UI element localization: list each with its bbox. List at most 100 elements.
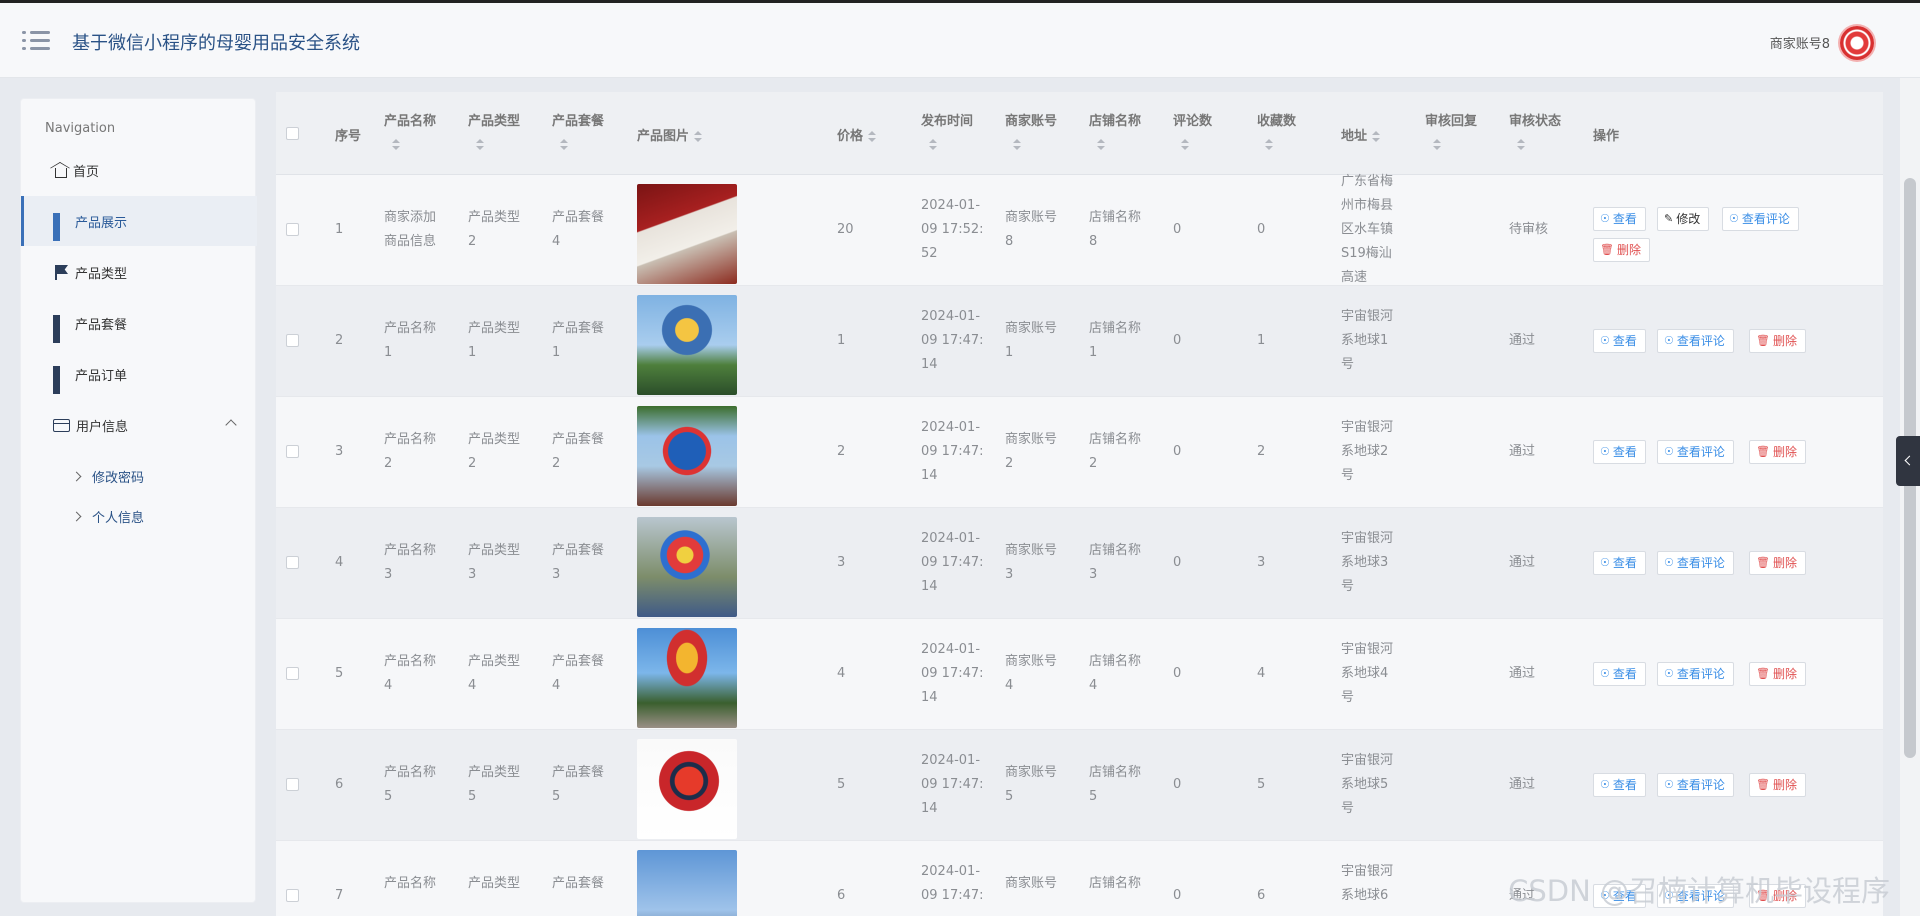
header-address[interactable]: 地址 <box>1341 125 1380 144</box>
sidebar-item-user-info[interactable]: 用户信息 <box>21 400 257 450</box>
view-button[interactable]: ☉ 查看 <box>1593 207 1646 231</box>
row-checkbox[interactable] <box>286 334 299 347</box>
delete-button[interactable]: 🗑 删除 <box>1749 773 1806 797</box>
product-image[interactable] <box>637 517 737 617</box>
cell-shop: 店铺名称 3 <box>1089 543 1142 582</box>
sidebar-item-product-display[interactable]: 产品展示 <box>21 196 257 246</box>
row-checkbox[interactable] <box>286 889 299 902</box>
eye-icon: ☉ <box>1664 334 1674 347</box>
eye-icon: ☉ <box>1664 667 1674 680</box>
cell-status: 通过 <box>1509 444 1536 459</box>
header-type[interactable]: 产品类型 <box>468 110 520 151</box>
row-checkbox[interactable] <box>286 667 299 680</box>
header-reply[interactable]: 审核回复 <box>1425 110 1477 151</box>
cell-type: 产品类型 2 <box>468 210 521 249</box>
delete-button[interactable]: 🗑 删除 <box>1749 662 1806 686</box>
edit-icon: ✎ <box>1664 212 1674 225</box>
view-comments-button[interactable]: ☉ 查看评论 <box>1657 440 1734 464</box>
delete-button[interactable]: 🗑 删除 <box>1593 238 1650 262</box>
sort-icon[interactable] <box>560 139 568 151</box>
edit-button[interactable]: ✎ 修改 <box>1657 207 1710 231</box>
header-favorites[interactable]: 收藏数 <box>1257 110 1296 151</box>
avatar[interactable] <box>1840 26 1874 60</box>
sort-icon[interactable] <box>929 139 937 151</box>
sort-icon[interactable] <box>1371 130 1380 143</box>
sort-icon[interactable] <box>1097 139 1105 151</box>
delete-button[interactable]: 🗑 删除 <box>1749 440 1806 464</box>
view-button[interactable]: ☉ 查看 <box>1593 329 1646 353</box>
header-shop[interactable]: 店铺名称 <box>1089 110 1141 151</box>
header-image[interactable]: 产品图片 <box>637 125 702 144</box>
sidebar-item-home[interactable]: 首页 <box>21 145 257 195</box>
view-comments-button[interactable]: ☉ 查看评论 <box>1657 551 1734 575</box>
trash-icon: 🗑 <box>1756 334 1770 347</box>
sort-icon[interactable] <box>476 139 484 151</box>
header-merchant[interactable]: 商家账号 <box>1005 110 1057 151</box>
sidebar-item-label: 产品展示 <box>75 215 128 231</box>
row-checkbox[interactable] <box>286 445 299 458</box>
cell-favorites: 2 <box>1257 444 1266 459</box>
header-price[interactable]: 价格 <box>837 125 876 144</box>
delete-button[interactable]: 🗑 删除 <box>1749 551 1806 575</box>
eye-icon: ☉ <box>1600 667 1610 680</box>
sort-icon[interactable] <box>1013 139 1021 151</box>
cell-comments: 0 <box>1173 333 1182 348</box>
grid-icon <box>53 366 69 394</box>
sort-icon[interactable] <box>392 139 400 151</box>
view-button[interactable]: ☉ 查看 <box>1593 440 1646 464</box>
product-image[interactable] <box>637 850 737 916</box>
account-name[interactable]: 商家账号8 <box>1770 33 1830 52</box>
row-checkbox[interactable] <box>286 556 299 569</box>
sort-icon[interactable] <box>1265 139 1273 151</box>
header-comments[interactable]: 评论数 <box>1173 110 1212 151</box>
view-button[interactable]: ☉ 查看 <box>1593 662 1646 686</box>
sidebar-item-product-type[interactable]: 产品类型 <box>21 247 257 297</box>
view-button[interactable]: ☉ 查看 <box>1593 773 1646 797</box>
cell-index: 2 <box>335 333 344 348</box>
view-button[interactable]: ☉ 查看 <box>1593 551 1646 575</box>
cell-shop: 店铺名称 1 <box>1089 321 1142 360</box>
product-image[interactable] <box>637 406 737 506</box>
view-comments-button[interactable]: ☉ 查看评论 <box>1657 773 1734 797</box>
header-time[interactable]: 发布时间 <box>921 110 973 151</box>
sidebar-item-product-package[interactable]: 产品套餐 <box>21 298 257 348</box>
product-image[interactable] <box>637 184 737 284</box>
product-image[interactable] <box>637 628 737 728</box>
header-name[interactable]: 产品名称 <box>384 110 436 151</box>
cell-index: 4 <box>335 555 344 570</box>
view-comments-button[interactable]: ☉ 查看评论 <box>1657 662 1734 686</box>
cell-time: 2024-01- 09 17:47: <box>921 864 984 903</box>
sidebar-subitem-personal-info[interactable]: 个人信息 <box>21 496 257 536</box>
sidebar-item-label: 产品套餐 <box>75 317 128 333</box>
sort-icon[interactable] <box>867 130 876 143</box>
collapse-tab[interactable] <box>1896 436 1920 486</box>
app-title: 基于微信小程序的母婴用品安全系统 <box>72 33 360 54</box>
delete-button[interactable]: 🗑 删除 <box>1749 329 1806 353</box>
cell-merchant: 商家账号 <box>1005 876 1058 891</box>
card-icon <box>53 418 70 432</box>
header-package[interactable]: 产品套餐 <box>552 110 604 151</box>
sort-icon[interactable] <box>1181 139 1189 151</box>
product-image[interactable] <box>637 739 737 839</box>
cell-index: 1 <box>335 222 344 237</box>
row-checkbox[interactable] <box>286 778 299 791</box>
sidebar-subitem-change-password[interactable]: 修改密码 <box>21 456 257 496</box>
header-status[interactable]: 审核状态 <box>1509 110 1561 151</box>
cell-name: 产品名称 4 <box>384 654 437 693</box>
sort-icon[interactable] <box>1517 139 1525 151</box>
sort-icon[interactable] <box>693 130 702 143</box>
scrollbar[interactable] <box>1900 78 1920 916</box>
eye-icon: ☉ <box>1600 445 1610 458</box>
select-all-checkbox[interactable] <box>286 127 299 140</box>
view-comments-button[interactable]: ☉ 查看评论 <box>1722 207 1799 231</box>
cell-favorites: 0 <box>1257 222 1266 237</box>
row-checkbox[interactable] <box>286 223 299 236</box>
sidebar-item-product-order[interactable]: 产品订单 <box>21 349 257 399</box>
view-comments-button[interactable]: ☉ 查看评论 <box>1657 329 1734 353</box>
product-image[interactable] <box>637 295 737 395</box>
table-header: 序号 产品名称 产品类型 产品套餐 产品图片 价格 发布时间 商家账号 店铺名称… <box>276 92 1883 175</box>
cell-type: 产品类型 1 <box>468 321 521 360</box>
cell-type: 产品类型 4 <box>468 654 521 693</box>
menu-toggle-icon[interactable] <box>22 30 50 52</box>
sort-icon[interactable] <box>1433 139 1441 151</box>
